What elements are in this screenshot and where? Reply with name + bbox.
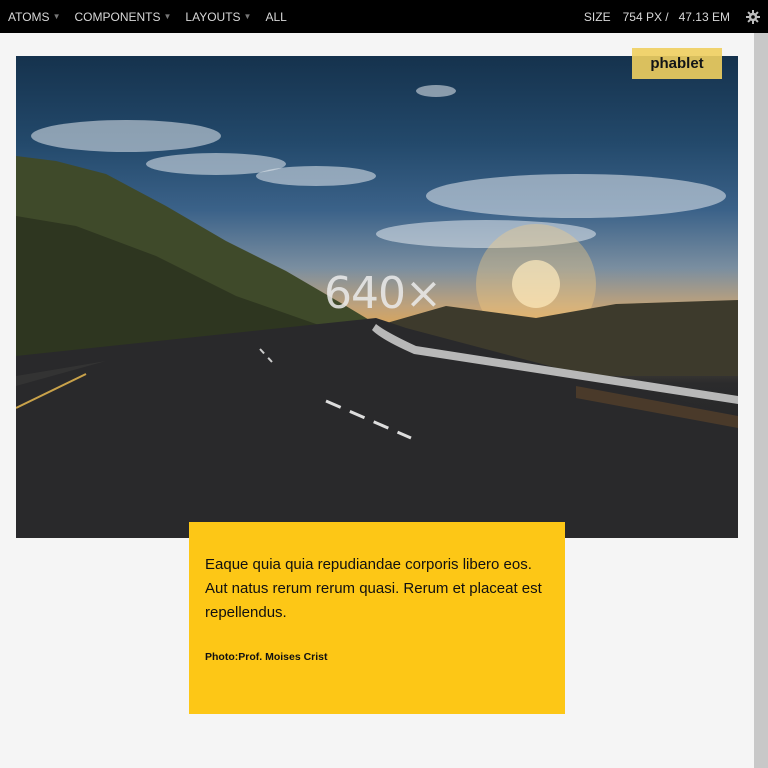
caption-text: Eaque quia quia repudiandae corporis lib…: [205, 556, 542, 621]
top-toolbar: ATOMS ▼ COMPONENTS ▼ LAYOUTS ▼ ALL SIZE …: [0, 0, 768, 33]
nav-all[interactable]: ALL: [265, 10, 286, 24]
gear-icon[interactable]: [746, 9, 760, 24]
nav-components[interactable]: COMPONENTS ▼: [74, 10, 171, 24]
vertical-scrollbar[interactable]: [754, 33, 768, 768]
caption-card: Eaque quia quia repudiandae corporis lib…: [189, 522, 565, 714]
viewport-size-tools: SIZE 754 PX / 47.13 EM: [583, 9, 760, 24]
photo-credit: Photo:Prof. Moises Crist: [205, 651, 328, 663]
hero-image: 640×: [16, 56, 738, 538]
size-label: SIZE: [583, 9, 611, 24]
breakpoint-badge: phablet: [632, 48, 722, 79]
nav-all-label: ALL: [265, 9, 287, 24]
chevron-down-icon: ▼: [52, 12, 61, 21]
main-nav: ATOMS ▼ COMPONENTS ▼ LAYOUTS ▼ ALL: [8, 10, 301, 24]
nav-layouts[interactable]: LAYOUTS ▼: [185, 10, 251, 24]
pattern-viewport: 640× phablet Eaque quia quia repudiandae…: [0, 33, 754, 768]
chevron-down-icon: ▼: [163, 12, 172, 21]
size-em-value[interactable]: 47.13 EM: [679, 10, 730, 24]
image-size-label: 640×: [324, 268, 442, 319]
nav-atoms-label: ATOMS: [8, 9, 50, 24]
nav-layouts-label: LAYOUTS: [185, 9, 241, 24]
nav-atoms[interactable]: ATOMS ▼: [8, 10, 60, 24]
chevron-down-icon: ▼: [243, 12, 252, 21]
nav-components-label: COMPONENTS: [74, 9, 161, 24]
size-px-value[interactable]: 754 PX /: [623, 10, 669, 24]
